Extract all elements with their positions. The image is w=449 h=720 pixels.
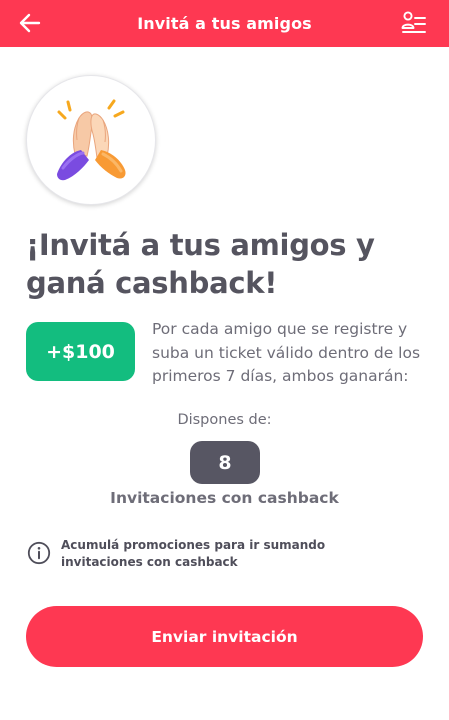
invited-list-button[interactable] (399, 8, 429, 38)
back-button[interactable] (14, 8, 46, 38)
send-invitation-button[interactable]: Enviar invitación (26, 606, 423, 667)
arrow-left-icon (19, 13, 41, 33)
top-app-bar: Invitá a tus amigos (0, 0, 449, 47)
hero-illustration (26, 75, 156, 205)
reward-description: Por cada amigo que se registre y suba un… (152, 320, 421, 385)
availability-label: Dispones de: (177, 412, 272, 428)
high-five-hands-icon (57, 99, 126, 181)
reward-amount-badge: +$100 (26, 322, 135, 381)
invitations-count-badge: 8 (190, 441, 260, 484)
info-message: Acumulá promociones para ir sumando invi… (61, 538, 326, 569)
invitations-unit-label: Invitaciones con cashback (110, 489, 339, 507)
page-title: Invitá a tus amigos (137, 14, 312, 33)
info-icon (27, 541, 51, 565)
user-list-icon (401, 11, 426, 33)
invite-friends-screen: Invitá a tus amigos ¡Invitá a tus amigos… (0, 0, 449, 720)
headline: ¡Invitá a tus amigos y ganá cashback! (26, 228, 375, 300)
